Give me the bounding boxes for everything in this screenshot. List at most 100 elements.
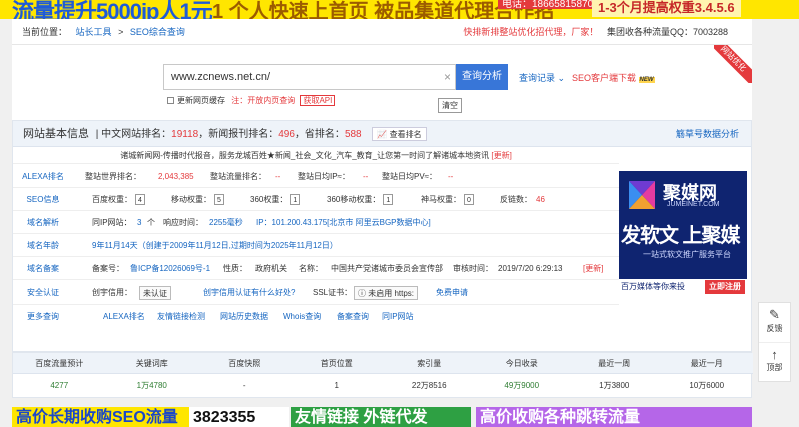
ssl-apply-link[interactable]: 免费申请 [436,280,468,305]
row-label-alexa[interactable]: ALEXA排名 [13,165,73,188]
baidu-weight: 百度权重： 4 [92,188,145,211]
s360-weight: 360权重： 1 [250,188,301,211]
stats-header: 索引量 [417,359,442,368]
side-ad-domain: JUMEINET.COM [667,201,720,208]
icp-no-label: 备案号： [92,264,124,273]
new-badge: NEW [638,77,655,83]
search-input-value: www.zcnews.net.cn/ [171,71,271,83]
more-friendlink-link[interactable]: 友情链接检测 [157,305,205,328]
cs-label: 创宇信用： [92,288,132,297]
alexa-pv-label: 整站日均PV≈： [382,172,438,181]
crumb-link-tools[interactable]: 站长工具 [76,27,112,37]
crumb-right: 快排新排整站优化招代理，厂家！ 集团收各种流量QQ：7003288 [463,19,734,45]
query-history-link[interactable]: 查询记录 ⌄ [519,71,565,84]
mobile-weight-badge[interactable]: 5 [214,194,224,206]
desc-update-link[interactable]: [更新] [491,151,511,160]
row-label-icp[interactable]: 域名备案 [13,257,73,280]
ssl-badge-label: ⓘ 未启用 https: [354,285,419,300]
ssl-badge[interactable]: ⓘ 未启用 https: [354,280,419,305]
crumb-link-seo[interactable]: SEO综合查询 [130,27,185,37]
stats-header: 百度快照 [228,359,261,368]
baidu-weight-badge[interactable]: 4 [135,194,145,206]
shenma-weight-label: 神马权重： [421,195,461,204]
stats-value: - [242,381,246,390]
alexa-pv-value: -- [448,172,454,181]
side-ad-jumei[interactable]: 聚媒网 JUMEINET.COM 发软文 上聚媒 一站式软文推广服务平台 百万媒… [619,171,747,295]
rank-prefix: | 中文网站排名： [95,129,172,140]
side-ad-footer: 百万媒体等你来投 立即注册 [619,279,747,295]
search-input[interactable]: www.zcnews.net.cn/ × [163,64,456,90]
icp-nature-value: 政府机关 [255,264,287,273]
update-cache-label: 更新网页缓存 [177,96,225,105]
backlink-value[interactable]: 46 [536,188,545,211]
m360-weight-badge[interactable]: 1 [383,194,394,206]
more-sameip-link[interactable]: 同IP网站 [382,305,414,328]
search-button[interactable]: 查询分析 [456,64,508,90]
row-label-safe[interactable]: 安全认证 [13,280,73,305]
stats-header: 百度流量预计 [35,359,84,368]
bottom-ad-4[interactable]: 高价收购各种跳转流量 [476,407,752,427]
shenma-weight-badge[interactable]: 0 [464,194,474,206]
cs-benefit-link[interactable]: 创宇信用认证有什么好处? [203,280,295,305]
stats-value[interactable]: 4277 [13,375,106,396]
s360-weight-badge[interactable]: 1 [290,194,301,206]
cs-badge[interactable]: 未认证 [139,280,171,305]
top-banner-left: 流量提升5000ip人1元 [12,0,213,19]
bottom-ad-2[interactable]: 3823355 [189,407,289,427]
chart-icon: 📈 [377,130,388,139]
icp-nature-label: 性质： [223,264,247,273]
corner-ribbon[interactable]: 网站优化 [714,45,752,83]
arrow-up-icon: ↑ [771,347,778,362]
view-rank-button[interactable]: 📈 查看排名 [372,127,427,141]
update-cache-checkbox[interactable] [167,97,174,105]
row-label-dns[interactable]: 域名解析 [13,211,73,234]
feedback-label: 反馈 [766,324,783,333]
row-label-more[interactable]: 更多查询 [13,305,73,328]
crumb-qq: 集团收各种流量QQ：7003288 [606,27,728,37]
seo-client-download-link[interactable]: SEO客户端下载 NEW [572,71,655,84]
same-ip-label: 同IP网站： [92,218,132,227]
get-api-button[interactable]: 获取API [300,95,336,106]
row-label-age[interactable]: 域名年龄 [13,234,73,257]
alexa-flow-label: 整站流量排名： [210,172,266,181]
stats-value[interactable]: 1万4780 [106,375,199,396]
row-dns: 域名解析 同IP网站： 3 个 响应时间： 2255毫秒 IP：101.200.… [13,211,619,234]
top-banner-ad[interactable]: 流量提升5000ip人1元 1 个人快速上首页 被品集道代理合作招 电话：186… [0,0,799,19]
more-whois-link[interactable]: Whois查询 [283,305,321,328]
query-history-label: 查询记录 [519,73,556,83]
top-banner-right: 1-3个月提高权重3.4.5.6 [592,0,741,17]
feedback-button[interactable]: ✎ 反馈 [759,303,790,343]
data-analysis-link[interactable]: 觞草号数据分析 [676,121,739,147]
alexa-ip-value: -- [363,172,369,181]
alexa-world-value: 2,043,385 [158,172,194,181]
ip-info[interactable]: IP：101.200.43.175[北京市 阿里云BGP数据中心] [256,211,431,234]
back-to-top-button[interactable]: ↑ 顶部 [759,343,790,383]
prov-rank: 588 [344,129,362,140]
side-ad-register-button[interactable]: 立即注册 [705,280,745,294]
crumb-ad-link[interactable]: 快排新排整站优化招代理，厂家！ [463,27,598,37]
more-history-link[interactable]: 网站历史数据 [220,305,268,328]
more-icp-link[interactable]: 备案查询 [337,305,369,328]
alexa-world-label: 整站世界排名： [85,172,141,181]
stats-value[interactable]: 49万9000 [476,375,569,396]
info-icon: ⓘ [358,288,366,298]
side-ad-slogan: 发软文 上聚媒 [621,225,741,247]
more-alexa-link[interactable]: ALEXA排名 [103,305,145,328]
ssl-badge-text: 未启用 https: [368,288,415,298]
row-label-seo[interactable]: SEO信息 [13,188,73,211]
news-prefix: ，新闻报刊排名： [198,129,279,140]
news-rank: 496 [278,129,295,140]
icp-time-value: 2019/7/20 6:29:13 [498,264,563,273]
same-ip-value[interactable]: 3 [137,211,141,234]
bottom-ad-1[interactable]: 高价长期收购SEO流量 [12,407,189,427]
row-safe: 安全认证 创宇信用： 未认证 创宇信用认证有什么好处? SSL证书： ⓘ 未启用… [13,280,619,305]
icp-no-value[interactable]: 鲁ICP备12026069号-1 [130,257,210,280]
top-label: 顶部 [766,363,783,372]
stats-header-row: 百度流量预计 关键词库 百度快照 首页位置 索引量 今日收录 最近一周 最近一月 [13,353,753,374]
bottom-ad-3[interactable]: 友情链接 外链代发 [291,407,471,427]
chevron-down-icon: ⌄ [557,73,566,83]
icp-update-link[interactable]: [更新] [583,257,603,280]
domain-age-text[interactable]: 9年11月14天（创建于2009年11月12日,过期时间为2025年11月12日… [92,234,338,257]
clear-icon[interactable]: × [444,65,451,89]
ssl-label: SSL证书： [313,288,353,297]
